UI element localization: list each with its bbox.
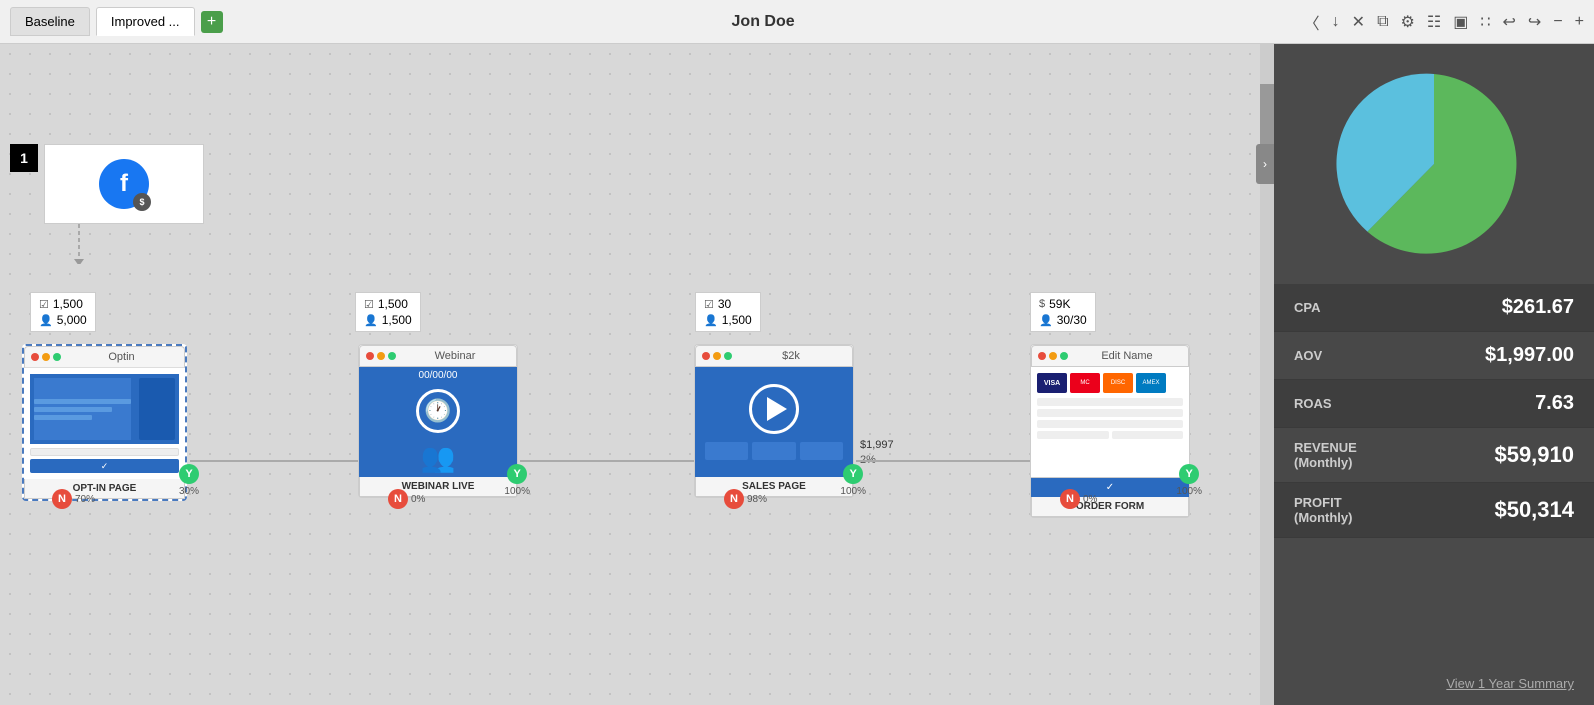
metric-cpa-value: $261.67 [1502,296,1574,319]
metric-profit: PROFIT (Monthly) $50,314 [1274,483,1594,538]
zoom-out-icon[interactable]: − [1553,13,1562,31]
metric-revenue: REVENUE (Monthly) $59,910 [1274,428,1594,483]
metric-cpa-label: CPA [1294,300,1320,315]
webinar-label: WEBINAR LIVE [359,477,517,497]
share-icon[interactable]: 〈 [1304,10,1320,34]
order-label: ORDER FORM [1031,497,1189,517]
metric-roas-value: 7.63 [1535,392,1574,415]
order-title: Edit Name [1072,350,1182,362]
webinar-title: Webinar [400,350,510,362]
webinar-y-bubble: Y [507,464,527,484]
source-number: 1 [10,144,38,172]
pie-chart-area: › [1274,44,1594,284]
grid-icon[interactable]: ∷ [1480,12,1490,32]
optin-title: Optin [65,351,178,363]
facebook-icon: f $ [99,159,149,209]
zoom-in-icon[interactable]: + [1575,13,1584,31]
sales-y-bubble: Y [843,464,863,484]
undo-icon[interactable]: ↩ [1503,12,1516,32]
sales-stats-box: ☑30 👤1,500 [695,292,761,332]
arrow-sales-order [856,456,1044,466]
optin-n-bubble: N [52,489,72,509]
right-panel: › CPA $261.67 AOV $1,997.00 ROAS 7.63 RE… [1274,44,1594,705]
metric-roas: ROAS 7.63 [1274,380,1594,428]
download-icon[interactable]: ↓ [1332,13,1340,31]
metric-aov: AOV $1,997.00 [1274,332,1594,380]
canvas-area[interactable]: 1 f $ ☑1,500 👤5,000 [0,44,1274,705]
metrics-area: CPA $261.67 AOV $1,997.00 ROAS 7.63 REVE… [1274,284,1594,663]
tab-improved[interactable]: Improved ... [96,7,195,36]
sales-title: $2k [736,350,846,362]
pie-chart [1334,64,1534,264]
metric-aov-label: AOV [1294,348,1322,363]
order-n-bubble: N [1060,489,1080,509]
funnel-container: 1 f $ ☑1,500 👤5,000 [0,44,1274,705]
order-stats-box: $59K 👤30/30 [1030,292,1096,332]
webinar-stats-box: ☑1,500 👤1,500 [355,292,421,332]
funnel-step-webinar[interactable]: Webinar 00/00/00 🕐 👥 WEBINAR LIVE Y 100% [358,344,518,498]
sales-label: SALES PAGE [695,477,853,497]
close-icon[interactable]: ✕ [1352,12,1365,32]
metric-profit-value: $50,314 [1494,497,1574,523]
arrow-webinar-sales [520,456,708,466]
copy-icon[interactable]: ⧉ [1377,13,1388,31]
metric-profit-label: PROFIT (Monthly) [1294,495,1352,525]
source-icon-box[interactable]: f $ [44,144,204,224]
settings-icon[interactable]: ⚙ [1401,12,1415,32]
main-layout: 1 f $ ☑1,500 👤5,000 [0,44,1594,705]
webinar-n-bubble: N [388,489,408,509]
sales-price-tag: $1,997 [860,439,894,451]
funnel-step-sales[interactable]: $2k SALES PAGE [694,344,854,498]
add-tab-button[interactable]: + [201,11,223,33]
arrow-optin-webinar [190,456,378,466]
metric-aov-value: $1,997.00 [1485,344,1574,367]
metric-revenue-label: REVENUE (Monthly) [1294,440,1357,470]
view-summary-area: View 1 Year Summary [1274,663,1594,705]
table-icon[interactable]: ☷ [1427,12,1441,32]
fb-badge: $ [133,193,151,211]
redo-icon[interactable]: ↪ [1528,12,1541,32]
optin-y-bubble: Y [179,464,199,484]
optin-stats-box: ☑1,500 👤5,000 [30,292,96,332]
order-y-bubble: Y [1179,464,1199,484]
optin-label: OPT-IN PAGE [24,479,185,499]
panel-collapse-button[interactable]: › [1256,144,1274,184]
layout-icon[interactable]: ▣ [1453,12,1468,32]
funnel-step-order[interactable]: Edit Name VISA MC DISC AMEX [1030,344,1190,518]
webinar-date: 00/00/00 [419,370,458,381]
tab-baseline[interactable]: Baseline [10,7,90,36]
metric-revenue-value: $59,910 [1494,442,1574,468]
metric-roas-label: ROAS [1294,396,1332,411]
view-summary-link[interactable]: View 1 Year Summary [1446,676,1574,691]
toolbar: Baseline Improved ... + Jon Doe 〈 ↓ ✕ ⧉ … [0,0,1594,44]
sales-n-bubble: N [724,489,744,509]
page-title: Jon Doe [229,13,1298,31]
metric-cpa: CPA $261.67 [1274,284,1594,332]
toolbar-icons: 〈 ↓ ✕ ⧉ ⚙ ☷ ▣ ∷ ↩ ↪ − + [1304,10,1584,34]
funnel-step-optin[interactable]: Optin [22,344,187,501]
